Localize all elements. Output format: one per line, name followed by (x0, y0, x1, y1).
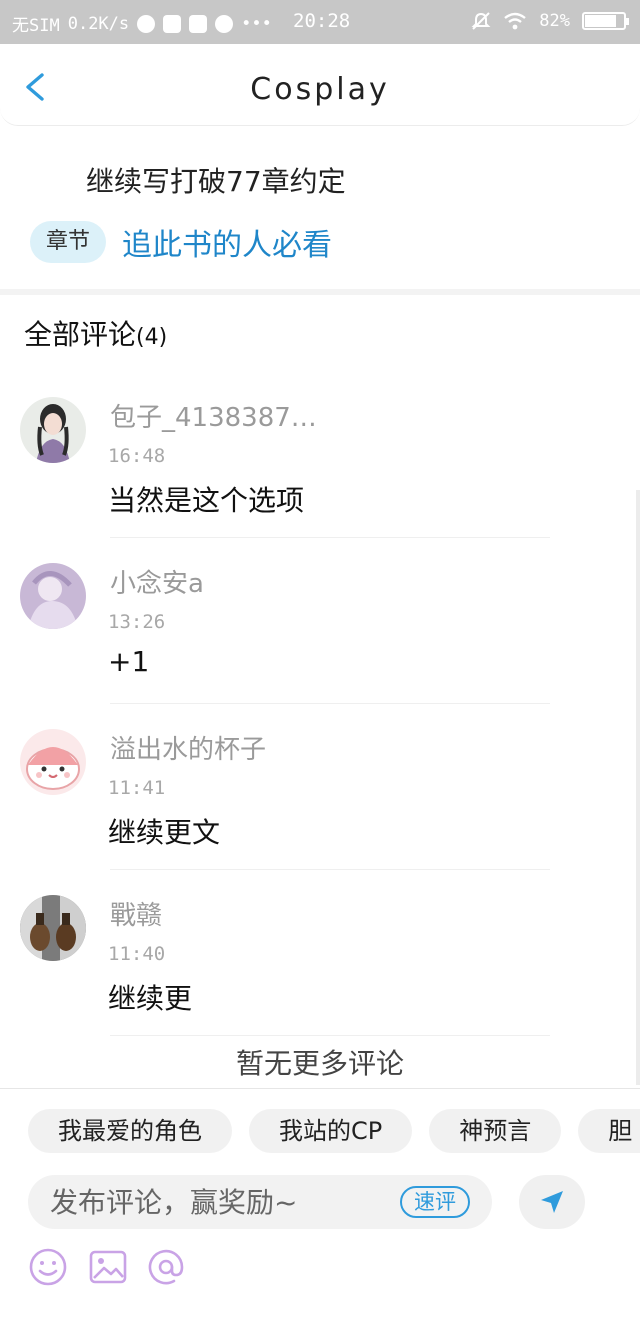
battery-fill (585, 15, 616, 27)
comment-divider (110, 1035, 550, 1036)
no-more-comments: 暂无更多评论 (235, 1047, 404, 1080)
comment-time: 11:40 (108, 943, 166, 965)
emoji-icon[interactable] (28, 1247, 68, 1287)
portrait-avatar-icon (20, 397, 86, 463)
comment-time: 16:48 (108, 445, 166, 467)
chip-my-cp[interactable]: 我站的CP (249, 1109, 413, 1153)
comment-divider (110, 703, 550, 704)
chip-favorite-character[interactable]: 我最爱的角色 (28, 1109, 232, 1153)
topic-title: 继续写打破77章约定 (86, 165, 346, 198)
lavender-avatar-icon (20, 563, 86, 629)
network-speed: 0.2K/s (67, 13, 130, 34)
comment-author[interactable]: 溢出水的杯子 (110, 729, 266, 766)
comments-heading: 全部评论(4) (24, 313, 167, 353)
comment-author[interactable]: 小念安a (110, 563, 204, 600)
avatar[interactable] (20, 563, 86, 629)
battery-icon (582, 12, 629, 30)
comment-text: 当然是这个选项 (108, 484, 305, 517)
comment-text: +1 (108, 645, 150, 678)
quick-comment-button[interactable]: 速评 (400, 1186, 470, 1218)
avatar[interactable] (20, 729, 86, 795)
app-notification-icon (137, 14, 156, 33)
mail-icon (189, 14, 208, 33)
comment-text: 继续更文 (108, 816, 221, 849)
s-app-icon (163, 14, 182, 33)
comment-input-box[interactable]: 速评 (28, 1175, 492, 1229)
comment-input[interactable] (50, 1183, 390, 1221)
section-divider (0, 289, 640, 295)
image-icon[interactable] (88, 1247, 128, 1287)
avatar[interactable] (20, 397, 86, 463)
scrollbar[interactable] (636, 490, 640, 1085)
wifi-icon (504, 12, 527, 30)
comments-title: 全部评论 (24, 318, 137, 351)
mute-icon (471, 12, 491, 30)
header: Cosplay (0, 44, 640, 126)
chip-more[interactable]: 胆 (578, 1109, 640, 1153)
battery-percent: 82% (539, 11, 570, 31)
comment-item[interactable]: 包子_4138387… 16:48 当然是这个选项 (0, 397, 640, 563)
comment-time: 13:26 (108, 611, 166, 633)
comment-item[interactable]: 溢出水的杯子 11:41 继续更文 (0, 729, 640, 895)
more-notifications-icon: ••• (241, 13, 272, 34)
send-arrow-icon (541, 1191, 563, 1213)
comment-composer: 我最爱的角色我站的CP 神预言胆 速评 (0, 1088, 640, 1336)
comment-divider (110, 537, 550, 538)
chip-prophecy[interactable]: 神预言 (429, 1109, 562, 1153)
clock: 20:28 (293, 10, 351, 32)
comment-author[interactable]: 戰赣 (110, 895, 162, 932)
comment-author[interactable]: 包子_4138387… (110, 397, 317, 434)
comment-text: 继续更 (108, 982, 193, 1015)
status-bar: 无SIM 0.2K/s ••• 20:28 82% (0, 0, 640, 44)
weibo-icon (215, 14, 234, 33)
page-title: Cosplay (250, 72, 390, 107)
mention-icon[interactable] (146, 1247, 186, 1287)
carrier-label: 无SIM (12, 16, 60, 36)
comment-divider (110, 869, 550, 870)
comments-count: (4) (136, 325, 168, 350)
avatar[interactable] (20, 895, 86, 961)
chapter-link[interactable]: 追此书的人必看 (122, 220, 332, 264)
comment-item[interactable]: 小念安a 13:26 +1 (0, 563, 640, 729)
send-button[interactable] (519, 1175, 585, 1229)
pink-mascot-avatar-icon (20, 729, 86, 795)
quick-topic-chips: 我最爱的角色 我站的CP 神预言胆 (28, 1109, 640, 1153)
comment-time: 11:41 (108, 777, 166, 799)
comment-item[interactable]: 戰赣 11:40 继续更 (0, 895, 640, 1061)
chapter-tag: 章节 (30, 221, 106, 263)
photo-avatar-icon (20, 895, 86, 961)
